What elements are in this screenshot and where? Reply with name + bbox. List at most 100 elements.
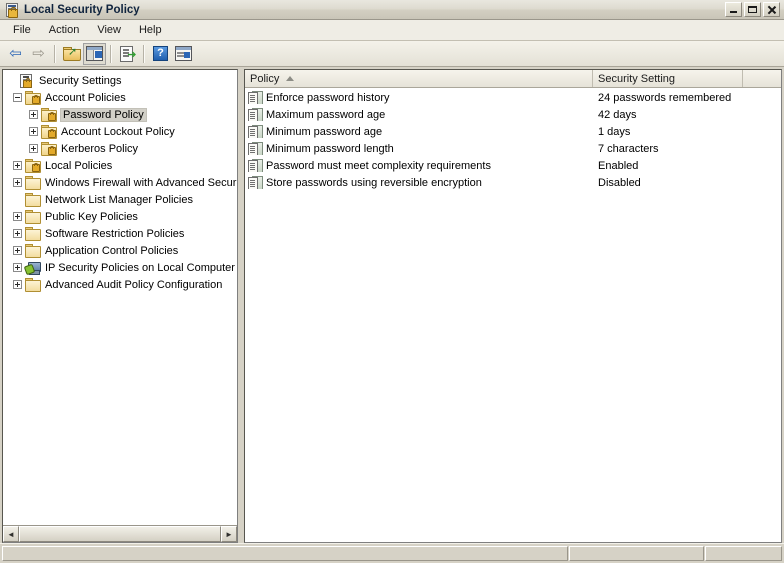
folder-lock-icon — [41, 142, 57, 155]
tree-item-account-lockout-policy[interactable]: Account Lockout Policy — [3, 123, 237, 140]
folder-lock-icon — [41, 125, 57, 138]
expander-none-icon — [7, 76, 16, 85]
policy-name: Minimum password length — [266, 143, 394, 155]
tree-horizontal-scrollbar[interactable]: ◄ ► — [3, 525, 237, 542]
menu-view[interactable]: View — [88, 21, 130, 39]
expand-plus-icon[interactable] — [29, 144, 38, 153]
title-bar[interactable]: Local Security Policy — [0, 0, 784, 20]
tree-item-ip-security-policies[interactable]: IP Security Policies on Local Computer — [3, 259, 237, 276]
tree-item-label: Account Lockout Policy — [61, 126, 175, 138]
folder-icon — [25, 210, 41, 223]
expand-plus-icon[interactable] — [29, 110, 38, 119]
table-row[interactable]: Enforce password history 24 passwords re… — [245, 89, 781, 106]
minimize-button[interactable] — [725, 2, 742, 17]
expand-plus-icon[interactable] — [13, 246, 22, 255]
tree-item-network-list-manager-policies[interactable]: Network List Manager Policies — [3, 191, 237, 208]
folder-lock-icon — [25, 91, 41, 104]
cell-security-setting: 1 days — [593, 126, 743, 138]
cell-security-setting: 7 characters — [593, 143, 743, 155]
status-bar — [0, 543, 784, 563]
close-button[interactable] — [763, 2, 780, 17]
list-header: Policy Security Setting — [245, 70, 781, 88]
folder-icon — [25, 244, 41, 257]
cell-policy: Store passwords using reversible encrypt… — [245, 176, 593, 189]
help-button[interactable]: ? — [149, 43, 172, 65]
cell-security-setting: Disabled — [593, 177, 743, 189]
folder-icon — [25, 278, 41, 291]
policy-icon — [248, 108, 262, 121]
tree-item-account-policies[interactable]: Account Policies — [3, 89, 237, 106]
tree-item-label: Software Restriction Policies — [45, 228, 184, 240]
window-controls — [725, 2, 782, 17]
column-header-security-setting[interactable]: Security Setting — [593, 70, 743, 87]
menu-help[interactable]: Help — [130, 21, 171, 39]
table-row[interactable]: Minimum password age 1 days — [245, 123, 781, 140]
expand-plus-icon[interactable] — [13, 229, 22, 238]
export-list-icon: ➔ — [120, 46, 136, 61]
expand-plus-icon[interactable] — [13, 212, 22, 221]
table-row[interactable]: Maximum password age 42 days — [245, 106, 781, 123]
tree-item-label: Security Settings — [39, 75, 122, 87]
tree-item-label: Advanced Audit Policy Configuration — [45, 279, 222, 291]
policy-name: Store passwords using reversible encrypt… — [266, 177, 482, 189]
tree-item-label: Password Policy — [61, 109, 146, 121]
tree-item-kerberos-policy[interactable]: Kerberos Policy — [3, 140, 237, 157]
window-title: Local Security Policy — [24, 4, 140, 16]
tree-item-label: Application Control Policies — [45, 245, 178, 257]
policy-icon — [248, 176, 262, 189]
column-header-policy[interactable]: Policy — [245, 70, 593, 87]
cell-policy: Minimum password length — [245, 142, 593, 155]
tree-item-application-control-policies[interactable]: Application Control Policies — [3, 242, 237, 259]
policy-icon — [248, 159, 262, 172]
expand-plus-icon[interactable] — [13, 161, 22, 170]
cell-policy: Password must meet complexity requiremen… — [245, 159, 593, 172]
tree-item-label: Public Key Policies — [45, 211, 138, 223]
expand-plus-icon[interactable] — [13, 280, 22, 289]
tree-item-label: Account Policies — [45, 92, 126, 104]
arrow-right-icon: ⇨ — [32, 46, 45, 61]
tree-item-label: Kerberos Policy — [61, 143, 138, 155]
up-one-level-button[interactable]: ➚ — [60, 43, 83, 65]
cell-security-setting: Enabled — [593, 160, 743, 172]
scroll-left-button[interactable]: ◄ — [3, 526, 19, 542]
back-button[interactable]: ⇦ — [4, 43, 27, 65]
tree-item-software-restriction-policies[interactable]: Software Restriction Policies — [3, 225, 237, 242]
tree-item-label: Network List Manager Policies — [45, 194, 193, 206]
tree-item-security-settings[interactable]: Security Settings — [3, 72, 237, 89]
policy-icon — [248, 125, 262, 138]
scroll-track[interactable] — [19, 526, 221, 542]
menu-action[interactable]: Action — [40, 21, 89, 39]
expand-plus-icon[interactable] — [13, 178, 22, 187]
maximize-button[interactable] — [744, 2, 761, 17]
tree-item-password-policy[interactable]: Password Policy — [3, 106, 237, 123]
table-row[interactable]: Minimum password length 7 characters — [245, 140, 781, 157]
tree-item-public-key-policies[interactable]: Public Key Policies — [3, 208, 237, 225]
policy-icon — [248, 91, 262, 104]
export-list-button[interactable]: ➔ — [116, 43, 139, 65]
collapse-minus-icon[interactable] — [13, 93, 22, 102]
forward-button[interactable]: ⇨ — [27, 43, 50, 65]
security-policy-icon — [4, 2, 20, 18]
folder-icon — [25, 176, 41, 189]
security-settings-icon — [19, 74, 35, 88]
tree-item-label: IP Security Policies on Local Computer — [45, 262, 235, 274]
table-row[interactable]: Store passwords using reversible encrypt… — [245, 174, 781, 191]
content-area: Security Settings Account Policies Passw… — [0, 67, 784, 543]
console-tree[interactable]: Security Settings Account Policies Passw… — [3, 70, 237, 525]
expander-none-icon — [13, 195, 22, 204]
scroll-thumb[interactable] — [19, 526, 221, 542]
show-hide-console-tree-button[interactable] — [83, 43, 106, 65]
expand-plus-icon[interactable] — [13, 263, 22, 272]
list-body[interactable]: Enforce password history 24 passwords re… — [245, 88, 781, 542]
column-header-spacer[interactable] — [743, 70, 781, 87]
table-row[interactable]: Password must meet complexity requiremen… — [245, 157, 781, 174]
tree-item-windows-firewall[interactable]: Windows Firewall with Advanced Security — [3, 174, 237, 191]
tree-item-advanced-audit-policy-configuration[interactable]: Advanced Audit Policy Configuration — [3, 276, 237, 293]
expand-plus-icon[interactable] — [29, 127, 38, 136]
menu-file[interactable]: File — [4, 21, 40, 39]
show-action-pane-button[interactable] — [172, 43, 195, 65]
scroll-right-button[interactable]: ► — [221, 526, 237, 542]
tree-item-local-policies[interactable]: Local Policies — [3, 157, 237, 174]
ip-security-icon — [25, 261, 41, 275]
tree-item-label: Local Policies — [45, 160, 112, 172]
